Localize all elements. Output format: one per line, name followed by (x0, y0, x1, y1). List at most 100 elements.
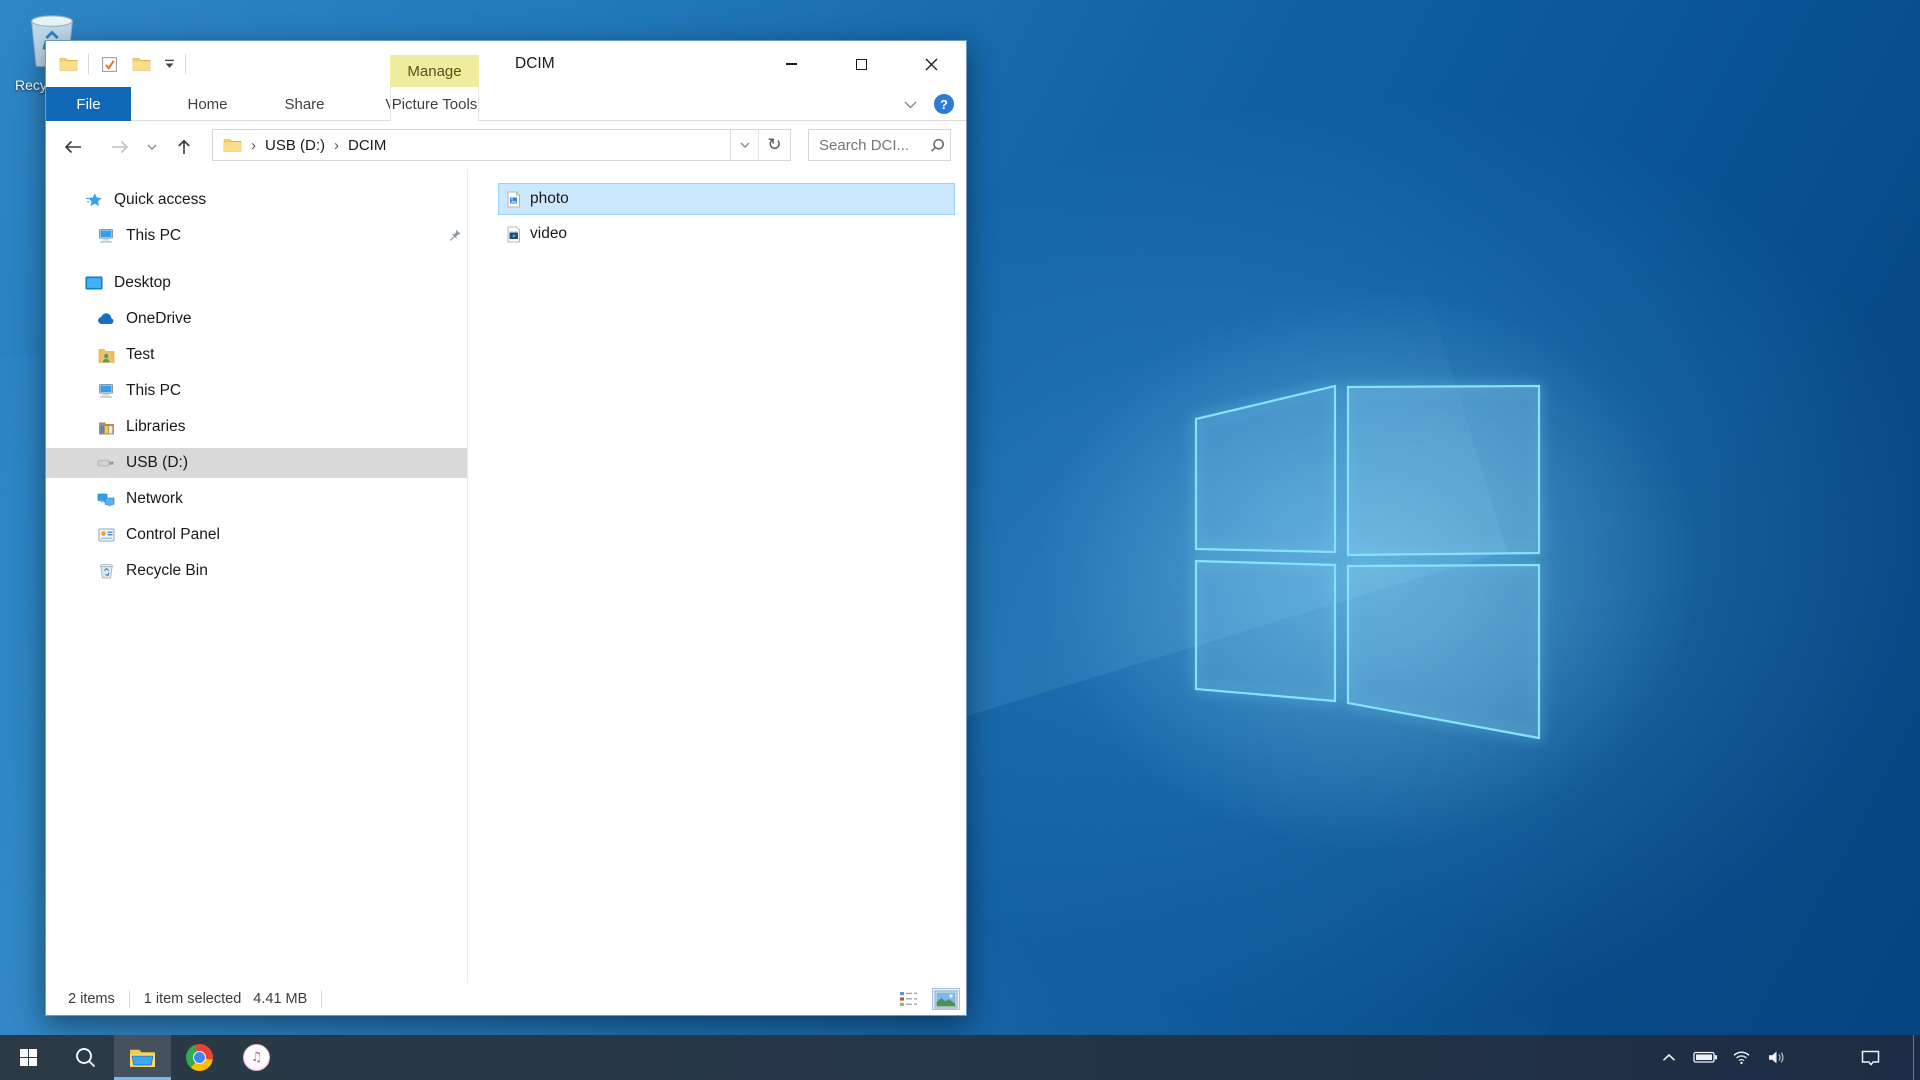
crumb-separator: › (251, 137, 256, 154)
window-folder-icon (56, 52, 80, 76)
folder-icon (223, 138, 242, 153)
tray-battery-button[interactable] (1692, 1035, 1718, 1080)
recent-locations-button[interactable] (142, 134, 162, 160)
show-desktop-button[interactable] (1913, 1035, 1920, 1080)
windows-start-icon (20, 1049, 38, 1067)
details-view-button[interactable] (894, 988, 922, 1010)
chevron-down-icon (164, 59, 175, 69)
onedrive-cloud-icon (96, 313, 116, 325)
tray-volume-button[interactable] (1764, 1035, 1790, 1080)
title-bar[interactable]: Manage DCIM (46, 41, 966, 87)
taskbar: ♫ (0, 1035, 1920, 1080)
pin-icon (447, 228, 462, 248)
system-tray (1651, 1035, 1920, 1080)
taskbar-itunes-button[interactable]: ♫ (228, 1035, 285, 1080)
image-file-icon (505, 191, 522, 208)
crumb-separator: › (334, 137, 339, 154)
file-name: photo (530, 190, 569, 208)
refresh-button[interactable]: ↻ (758, 130, 790, 160)
up-button[interactable] (169, 134, 199, 160)
status-bar: 2 items 1 item selected 4.41 MB (46, 983, 966, 1015)
new-folder-icon (132, 57, 151, 72)
file-explorer-icon (129, 1047, 156, 1069)
address-bar[interactable]: › USB (D:) › DCIM ↻ (212, 129, 791, 161)
close-button[interactable] (896, 41, 966, 87)
help-icon: ? (940, 97, 948, 112)
taskbar-search-button[interactable] (57, 1035, 114, 1080)
sidebar-item-recycle-bin[interactable]: Recycle Bin (46, 556, 467, 586)
sidebar-item-libraries[interactable]: Libraries (46, 412, 467, 442)
search-input[interactable] (809, 137, 924, 154)
divider (88, 54, 89, 74)
sidebar-item-this-pc-pinned[interactable]: This PC (46, 221, 467, 251)
file-list: photo video (498, 183, 955, 253)
ribbon-tab-row: File Home Share View Picture Tools ? (46, 87, 966, 121)
arrow-left-icon (63, 139, 83, 155)
taskbar-chrome-button[interactable] (171, 1035, 228, 1080)
refresh-icon: ↻ (767, 135, 781, 155)
customize-qat-button[interactable] (161, 59, 177, 69)
itunes-icon: ♫ (243, 1044, 270, 1071)
breadcrumb: › USB (D:) › DCIM (213, 137, 730, 154)
search-box[interactable] (808, 129, 951, 161)
monitor-icon (96, 383, 116, 399)
sidebar-item-network[interactable]: Network (46, 484, 467, 514)
tab-file[interactable]: File (46, 87, 131, 121)
tray-wifi-button[interactable] (1728, 1035, 1754, 1080)
file-item-video[interactable]: video (498, 218, 955, 250)
active-app-underline (114, 1077, 171, 1080)
tray-chevron-up-button[interactable] (1656, 1035, 1682, 1080)
monitor-icon (96, 228, 116, 244)
wifi-icon (1732, 1050, 1751, 1065)
manage-label: Manage (407, 63, 461, 80)
sidebar-item-this-pc[interactable]: This PC (46, 376, 467, 406)
maximize-button[interactable] (826, 41, 896, 87)
tab-home[interactable]: Home (159, 87, 256, 121)
address-toolbar: › USB (D:) › DCIM ↻ (46, 121, 966, 169)
selection-count: 1 item selected (144, 991, 242, 1007)
speaker-icon (1768, 1050, 1787, 1065)
forward-button[interactable] (105, 134, 135, 160)
tab-picture-tools[interactable]: Picture Tools (390, 87, 479, 121)
video-file-icon (505, 226, 522, 243)
back-button[interactable] (58, 134, 88, 160)
new-folder-button[interactable] (129, 52, 153, 76)
sidebar-item-usb-d[interactable]: USB (D:) (46, 448, 467, 478)
sidebar-item-test[interactable]: Test (46, 340, 467, 370)
view-toggles (894, 988, 960, 1010)
breadcrumb-dcim[interactable]: DCIM (348, 137, 386, 154)
properties-button[interactable] (97, 52, 121, 76)
tab-manage[interactable]: Manage (390, 55, 479, 87)
items-count: 2 items (68, 991, 115, 1007)
chevron-up-icon (1662, 1053, 1676, 1062)
sidebar-item-desktop[interactable]: Desktop (46, 268, 467, 298)
expand-ribbon-button[interactable] (898, 95, 922, 115)
arrow-up-icon (176, 138, 192, 156)
help-button[interactable]: ? (934, 94, 954, 114)
action-center-button[interactable] (1857, 1035, 1883, 1080)
breadcrumb-usb[interactable]: USB (D:) (265, 137, 325, 154)
maximize-icon (856, 59, 867, 70)
thumbnail-view-icon (934, 990, 958, 1009)
taskbar-file-explorer-button[interactable] (114, 1035, 171, 1080)
window-content: Quick access This PC Desktop (46, 169, 966, 983)
thumbnail-view-button[interactable] (932, 988, 960, 1010)
divider (129, 990, 130, 1008)
navigation-pane: Quick access This PC Desktop (46, 169, 468, 983)
control-panel-icon (96, 528, 116, 542)
address-dropdown-button[interactable] (730, 130, 758, 160)
sidebar-item-control-panel[interactable]: Control Panel (46, 520, 467, 550)
file-item-photo[interactable]: photo (498, 183, 955, 215)
window-title: DCIM (515, 41, 555, 87)
sidebar-item-onedrive[interactable]: OneDrive (46, 304, 467, 334)
quick-access-star-icon (84, 192, 104, 209)
tab-share[interactable]: Share (256, 87, 353, 121)
properties-check-icon (101, 56, 118, 73)
start-button[interactable] (0, 1035, 57, 1080)
sidebar-item-quick-access[interactable]: Quick access (46, 185, 467, 215)
user-folder-icon (96, 348, 116, 363)
minimize-button[interactable] (756, 41, 826, 87)
file-name: video (530, 225, 567, 243)
search-icon[interactable] (924, 138, 950, 153)
usb-drive-icon (96, 458, 116, 468)
